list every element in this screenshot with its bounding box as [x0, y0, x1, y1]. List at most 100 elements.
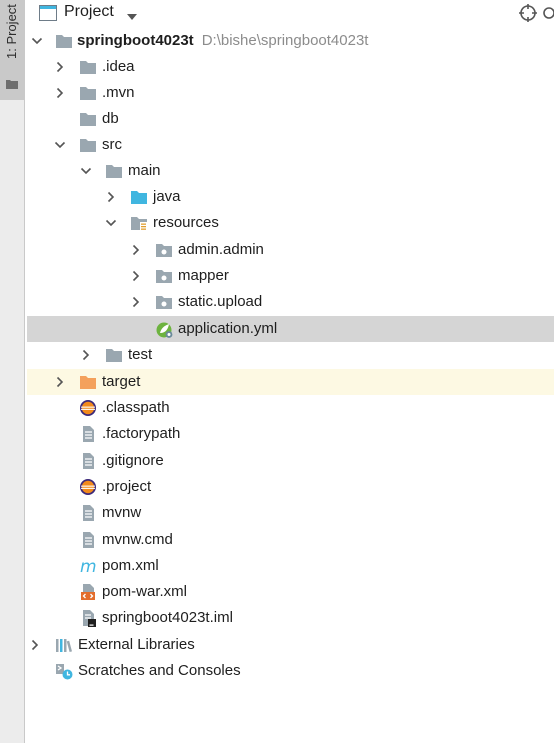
- tree-node-label: .idea: [102, 58, 135, 75]
- chevron-right-icon[interactable]: [130, 270, 142, 282]
- tree-node-label: Scratches and Consoles: [78, 662, 241, 679]
- tree-node-label: db: [102, 110, 119, 127]
- chevron-right-icon[interactable]: [105, 191, 117, 203]
- tree-node-label: mvnw: [102, 504, 142, 521]
- project-panel-header: Project: [27, 0, 554, 26]
- chevron-right-icon[interactable]: [54, 87, 66, 99]
- tree-node-resources[interactable]: resources: [27, 210, 554, 236]
- tree-node-external-libraries[interactable]: External Libraries: [27, 632, 554, 658]
- folder-icon: [79, 136, 97, 154]
- tree-node-pom-war-xml[interactable]: pom-war.xml: [27, 579, 554, 605]
- package-folder-icon: [155, 293, 173, 311]
- tree-node-mvnw-cmd[interactable]: mvnw.cmd: [27, 527, 554, 553]
- chevron-right-icon[interactable]: [130, 244, 142, 256]
- tree-node-dot-project[interactable]: .project: [27, 474, 554, 500]
- tree-node-static-upload[interactable]: static.upload: [27, 289, 554, 315]
- tree-node-admin-admin[interactable]: admin.admin: [27, 237, 554, 263]
- folder-icon: [105, 162, 123, 180]
- tree-node-label: pom-war.xml: [102, 583, 188, 600]
- chevron-right-icon[interactable]: [130, 296, 142, 308]
- maven-icon: [79, 557, 97, 575]
- folder-icon: [79, 110, 97, 128]
- tree-node-label: resources: [153, 214, 219, 231]
- view-dropdown-chevron-icon[interactable]: [126, 8, 138, 25]
- package-folder-icon: [155, 241, 173, 259]
- tree-node-mapper[interactable]: mapper: [27, 263, 554, 289]
- tree-node-java[interactable]: java: [27, 184, 554, 210]
- tree-node-pom-xml[interactable]: pom.xml: [27, 553, 554, 579]
- chevron-right-icon[interactable]: [54, 376, 66, 388]
- text-file-icon: [79, 425, 97, 443]
- tree-node-gitignore[interactable]: .gitignore: [27, 448, 554, 474]
- text-file-icon: [79, 452, 97, 470]
- locate-crosshair-icon[interactable]: [518, 3, 538, 27]
- chevron-right-icon[interactable]: [29, 639, 41, 651]
- scratches-icon: [55, 662, 73, 680]
- tree-node-label: application.yml: [178, 320, 278, 337]
- source-folder-icon: [130, 188, 148, 206]
- tree-node-mvn[interactable]: .mvn: [27, 80, 554, 106]
- xml-file-icon: [79, 583, 97, 601]
- tree-node-label: springboot4023t D:\bishe\springboot4023t: [77, 31, 368, 51]
- folder-icon: [105, 346, 123, 364]
- tree-node-idea[interactable]: .idea: [27, 54, 554, 80]
- tree-node-project-root[interactable]: springboot4023t D:\bishe\springboot4023t: [27, 28, 554, 54]
- tree-node-label: src: [102, 136, 122, 153]
- view-selector-label[interactable]: Project: [64, 3, 114, 21]
- module-folder-icon: [55, 32, 73, 50]
- tree-node-label: main: [128, 162, 161, 179]
- chevron-down-icon[interactable]: [105, 217, 117, 229]
- tree-node-label: .factorypath: [102, 425, 181, 442]
- chevron-down-icon[interactable]: [80, 165, 92, 177]
- tree-node-application-yml[interactable]: application.yml: [27, 316, 554, 342]
- tree-node-scratches[interactable]: Scratches and Consoles: [27, 658, 554, 684]
- package-folder-icon: [155, 267, 173, 285]
- project-tool-tab-label: 1: Project: [4, 4, 19, 59]
- tree-node-main[interactable]: main: [27, 158, 554, 184]
- tree-node-label: pom.xml: [102, 557, 159, 574]
- tree-node-label: admin.admin: [178, 241, 264, 258]
- tree-node-label: mvnw.cmd: [102, 531, 173, 548]
- excluded-folder-icon: [79, 373, 97, 391]
- eclipse-icon: [79, 478, 97, 496]
- tree-node-label: java: [153, 188, 181, 205]
- project-name: springboot4023t: [77, 32, 194, 49]
- side-tool-strip: 1: Project: [0, 0, 25, 743]
- tree-node-label: test: [128, 346, 153, 363]
- spring-yml-icon: [155, 320, 173, 338]
- text-file-icon: [79, 504, 97, 522]
- project-tool-tab[interactable]: 1: Project: [0, 0, 24, 100]
- tree-node-iml[interactable]: springboot4023t.iml: [27, 605, 554, 631]
- tree-node-label: .mvn: [102, 84, 135, 101]
- tree-node-mvnw[interactable]: mvnw: [27, 500, 554, 526]
- tree-node-label: static.upload: [178, 293, 263, 310]
- text-file-icon: [79, 531, 97, 549]
- tree-node-factorypath[interactable]: .factorypath: [27, 421, 554, 447]
- tree-node-target[interactable]: target: [27, 369, 554, 395]
- tree-node-label: .project: [102, 478, 152, 495]
- folder-icon: [79, 84, 97, 102]
- project-path: D:\bishe\springboot4023t: [201, 32, 369, 49]
- module-file-icon: [79, 609, 97, 627]
- settings-gear-icon[interactable]: [542, 3, 554, 27]
- tree-node-src[interactable]: src: [27, 132, 554, 158]
- chevron-right-icon[interactable]: [54, 61, 66, 73]
- eclipse-icon: [79, 399, 97, 417]
- libraries-icon: [55, 636, 73, 654]
- tree-node-label: mapper: [178, 267, 229, 284]
- tree-node-db[interactable]: db: [27, 106, 554, 132]
- folder-icon: [6, 77, 18, 94]
- tree-node-label: External Libraries: [78, 636, 195, 653]
- chevron-down-icon[interactable]: [31, 35, 43, 47]
- tree-node-label: .classpath: [102, 399, 170, 416]
- tree-node-label: springboot4023t.iml: [102, 609, 233, 626]
- tree-node-test[interactable]: test: [27, 342, 554, 368]
- chevron-right-icon[interactable]: [80, 349, 92, 361]
- chevron-down-icon[interactable]: [54, 139, 66, 151]
- tree-node-classpath[interactable]: .classpath: [27, 395, 554, 421]
- tree-node-label: target: [102, 373, 141, 390]
- tree-node-label: .gitignore: [102, 452, 164, 469]
- folder-icon: [79, 58, 97, 76]
- project-window-icon: [39, 5, 57, 25]
- resources-folder-icon: [130, 214, 148, 232]
